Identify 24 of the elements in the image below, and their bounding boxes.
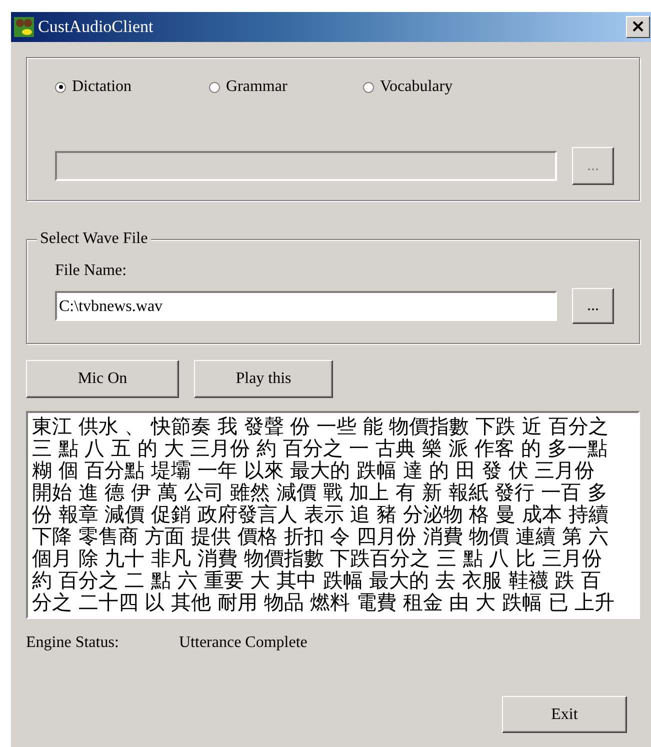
transcript-line: 三 點 八 五 的 大 三月份 約 百分之 一 古典 樂 派 作客 的 多一點 bbox=[32, 437, 608, 459]
engine-status-label: Engine Status: bbox=[26, 634, 120, 652]
transcript-line: 約 百分之 二 點 六 重要 大 其中 跌幅 最大的 去 衣服 鞋襪 跌 百 bbox=[32, 569, 602, 591]
mode-radio-button[interactable]: Vocabulary bbox=[363, 76, 517, 98]
mode-radio-button[interactable]: Dictation bbox=[55, 76, 209, 98]
transcript-line: 份 報章 減價 促銷 政府發言人 表示 追 豬 分泌物 格 曼 成本 持續 bbox=[32, 503, 608, 525]
window-title: CustAudioClient bbox=[38, 17, 154, 37]
close-button[interactable]: × bbox=[626, 16, 650, 38]
transcript-line: 糊 個 百分點 堤壩 一年 以來 最大的 跌幅 達 的 田 發 伏 三月份 bbox=[32, 459, 595, 481]
transcript-line: 下降 零售商 方面 提供 價格 折扣 令 四月份 消費 物價 連續 第 六 bbox=[32, 525, 608, 547]
transcript-text-area[interactable] bbox=[26, 411, 640, 619]
app-icon bbox=[14, 17, 34, 37]
file-name-field[interactable]: C:\tvbnews.wav bbox=[55, 291, 557, 321]
mode-radio-button[interactable]: Grammar bbox=[209, 76, 363, 98]
transcript-line: 個月 除 九十 非凡 消費 物價指數 下跌百分之 三 點 八 比 三月份 bbox=[32, 547, 602, 569]
action-button[interactable]: Play this bbox=[194, 360, 333, 398]
file-name-label: File Name: bbox=[55, 262, 128, 280]
action-button[interactable]: Mic On bbox=[26, 360, 179, 398]
transcript-line: 分之 二十四 以 其他 耐用 物品 燃料 電費 租金 由 大 跌幅 已 上升 bbox=[32, 591, 615, 613]
exit-button[interactable]: Exit bbox=[502, 696, 627, 733]
engine-status-value: Utterance Complete bbox=[179, 634, 308, 652]
transcript-line: 開始 進 德 伊 萬 公司 雖然 減價 戰 加上 有 新 報紙 發行 一百 多 bbox=[32, 481, 608, 503]
transcript-line: 東江 供水 、 快節奏 我 發聲 份 一些 能 物價指數 下跌 近 百分之 bbox=[32, 415, 608, 437]
browse-button[interactable]: ... bbox=[572, 288, 614, 324]
